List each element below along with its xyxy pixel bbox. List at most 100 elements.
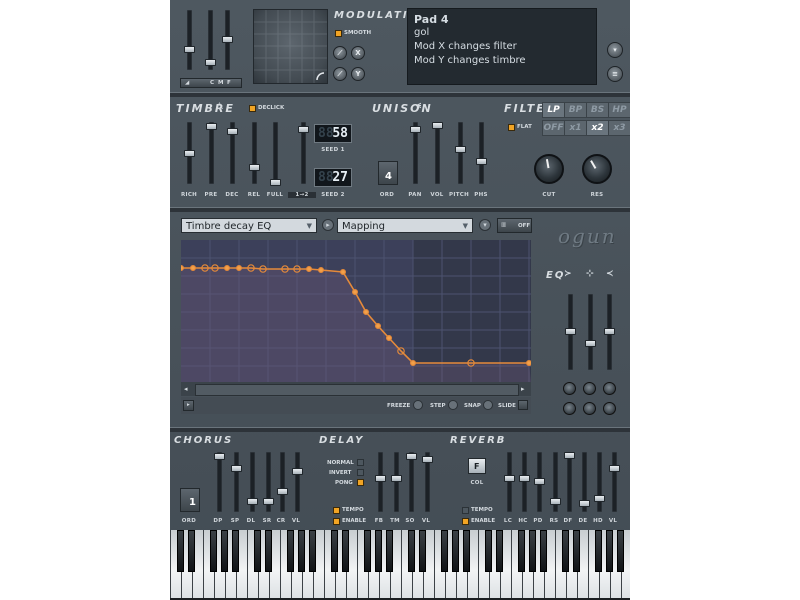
slide-toggle[interactable] <box>518 400 528 410</box>
scroll-thumb[interactable] <box>195 384 519 396</box>
envelope-graph[interactable] <box>181 240 531 382</box>
reverb-rs-slider[interactable] <box>550 452 561 512</box>
delay-fb-slider[interactable] <box>375 452 386 512</box>
piano-black-key[interactable] <box>177 530 184 572</box>
piano-black-key[interactable] <box>265 530 272 572</box>
piano-black-key[interactable] <box>595 530 602 572</box>
piano-black-key[interactable] <box>254 530 261 572</box>
filter-cutoff-knob[interactable] <box>534 154 564 184</box>
mod-slider-3[interactable] <box>222 10 233 70</box>
timbre-link-slider[interactable] <box>298 122 309 184</box>
piano-black-key[interactable] <box>375 530 382 572</box>
reverb-color-selector[interactable]: F <box>468 458 486 474</box>
mapping-dropdown[interactable]: Mapping ▼ <box>337 218 473 233</box>
reverb-lc-slider[interactable] <box>504 452 515 512</box>
curve-point[interactable] <box>181 265 184 271</box>
piano-black-key[interactable] <box>496 530 503 572</box>
delay-tm-slider[interactable] <box>391 452 402 512</box>
piano-black-key[interactable] <box>221 530 228 572</box>
mod-y-button[interactable]: Y <box>351 67 365 81</box>
chorus-sr-slider[interactable] <box>263 452 274 512</box>
piano-black-key[interactable] <box>309 530 316 572</box>
seed-1-display[interactable]: 88 58 <box>314 124 352 143</box>
chorus-order-selector[interactable]: 1 <box>180 488 200 512</box>
eq-low-slider[interactable] <box>565 294 576 370</box>
eq-low-bw-knob[interactable] <box>563 402 576 415</box>
filter-mult-x3[interactable]: x3 <box>608 120 630 136</box>
filter-mult-x1[interactable]: x1 <box>564 120 587 136</box>
reverb-tempo-led[interactable] <box>462 507 469 514</box>
piano-black-key[interactable] <box>210 530 217 572</box>
piano-black-key[interactable] <box>617 530 624 572</box>
piano-black-key[interactable] <box>232 530 239 572</box>
piano-black-key[interactable] <box>562 530 569 572</box>
filter-type-bp[interactable]: BP <box>564 102 587 118</box>
chorus-dp-slider[interactable] <box>214 452 225 512</box>
timbre-pre-slider[interactable] <box>206 122 217 184</box>
reverb-pd-slider[interactable] <box>534 452 545 512</box>
curve-point[interactable] <box>386 334 393 341</box>
curve-point[interactable] <box>526 360 531 366</box>
snap-toggle[interactable] <box>483 400 493 410</box>
timbre-full-slider[interactable] <box>270 122 281 186</box>
eq-mid-slider[interactable] <box>585 294 596 370</box>
flat-led[interactable] <box>508 124 515 131</box>
unison-order-selector[interactable]: 4 <box>378 161 398 185</box>
preset-menu-list-icon[interactable]: ≡ <box>607 66 623 82</box>
filter-mult-off[interactable]: OFF <box>542 120 565 136</box>
unison-pitch-slider[interactable] <box>455 122 466 184</box>
piano-black-key[interactable] <box>606 530 613 572</box>
piano-keyboard[interactable] <box>170 530 630 600</box>
curve-point[interactable] <box>352 288 359 295</box>
mod-slider-1[interactable] <box>184 10 195 70</box>
graph-play-icon[interactable]: ▸ <box>183 400 194 411</box>
chorus-dl-slider[interactable] <box>247 452 258 512</box>
eq-low-freq-knob[interactable] <box>563 382 576 395</box>
chorus-sp-slider[interactable] <box>231 452 242 512</box>
eq-high-bw-knob[interactable] <box>603 402 616 415</box>
curve-point[interactable] <box>235 265 242 272</box>
freeze-toggle[interactable] <box>413 400 423 410</box>
reverb-de-slider[interactable] <box>579 452 590 512</box>
scroll-right-icon[interactable]: ▸ <box>521 385 525 393</box>
filter-mult-x2[interactable]: x2 <box>586 120 609 136</box>
modulation-target-dropdown[interactable]: Timbre decay EQ ▼ <box>181 218 317 233</box>
scroll-left-icon[interactable]: ◂ <box>184 385 188 393</box>
reverb-hc-slider[interactable] <box>519 452 530 512</box>
mod-x-button[interactable]: X <box>351 46 365 60</box>
curve-point[interactable] <box>190 265 197 272</box>
piano-black-key[interactable] <box>540 530 547 572</box>
curve-point[interactable] <box>318 267 325 274</box>
curve-point[interactable] <box>363 308 370 315</box>
curve-point[interactable] <box>340 269 347 276</box>
smooth-led[interactable] <box>335 30 342 37</box>
delay-mode-invert-led[interactable] <box>357 469 364 476</box>
piano-black-key[interactable] <box>386 530 393 572</box>
delay-mode-pong-led[interactable] <box>357 479 364 486</box>
piano-black-key[interactable] <box>529 530 536 572</box>
delay-mode-normal-led[interactable] <box>357 459 364 466</box>
mod-slider-2[interactable] <box>205 10 216 70</box>
reverb-enable-led[interactable] <box>462 518 469 525</box>
declick-led[interactable] <box>249 105 256 112</box>
mapping-menu-icon[interactable]: ▾ <box>479 219 491 231</box>
timbre-dec-slider[interactable] <box>227 122 238 184</box>
eq-mid-bw-knob[interactable] <box>583 402 596 415</box>
timbre-rel-slider[interactable] <box>249 122 260 184</box>
unison-pan-slider[interactable] <box>410 122 421 184</box>
piano-black-key[interactable] <box>342 530 349 572</box>
reverb-vl-slider[interactable] <box>609 452 620 512</box>
piano-black-key[interactable] <box>518 530 525 572</box>
reverb-hd-slider[interactable] <box>594 452 605 512</box>
unison-phs-slider[interactable] <box>476 122 487 184</box>
piano-black-key[interactable] <box>408 530 415 572</box>
piano-black-key[interactable] <box>331 530 338 572</box>
filter-type-lp[interactable]: LP <box>542 102 565 118</box>
delay-enable-led[interactable] <box>333 518 340 525</box>
piano-black-key[interactable] <box>452 530 459 572</box>
mod-y-knob-icon[interactable]: ⟋ <box>333 67 347 81</box>
curve-point[interactable] <box>410 359 417 366</box>
keyboard-mapping-toggle[interactable]: ▥ OFF <box>497 218 532 233</box>
piano-black-key[interactable] <box>188 530 195 572</box>
xy-modulation-pad[interactable] <box>253 9 328 84</box>
